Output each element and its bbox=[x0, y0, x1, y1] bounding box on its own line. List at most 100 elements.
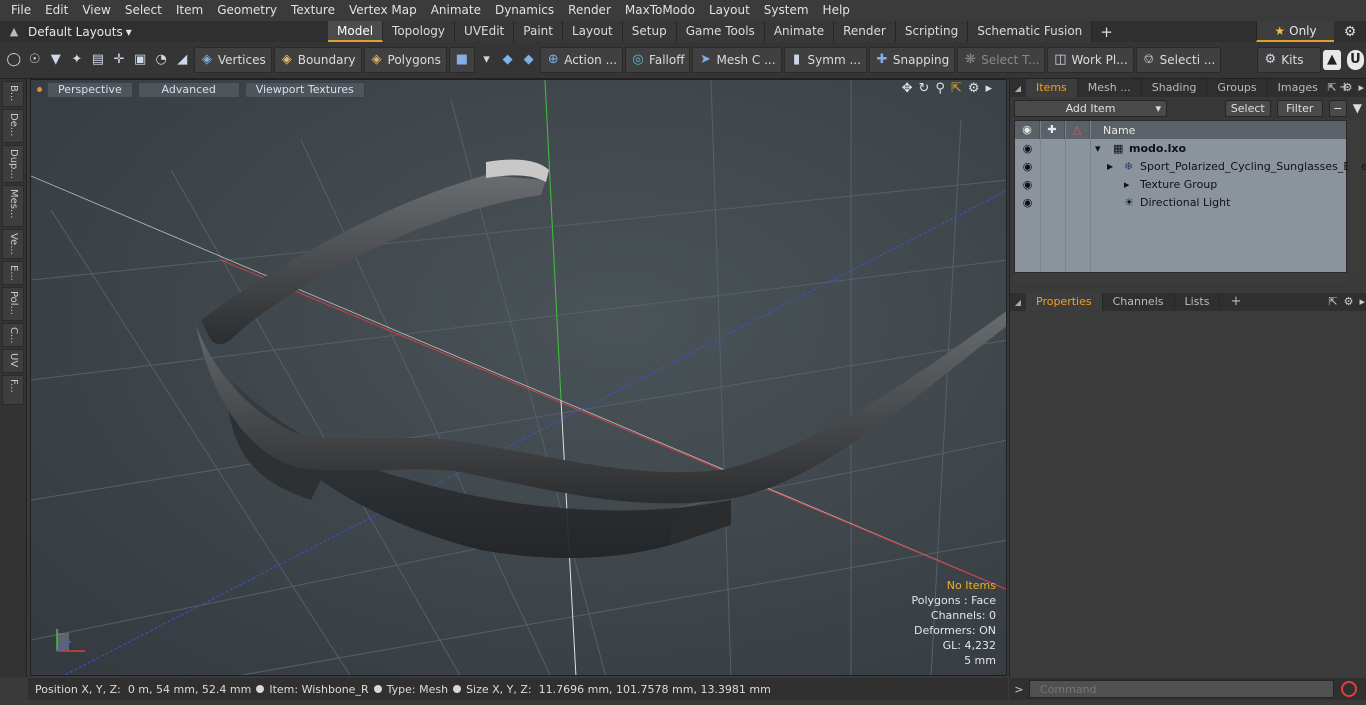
unreal-button[interactable]: U bbox=[1346, 50, 1365, 70]
viewport-menu-arrow-icon[interactable]: ▸ bbox=[985, 81, 992, 96]
tab-properties[interactable]: Properties bbox=[1026, 293, 1103, 311]
material-dropdown[interactable]: ▾ bbox=[477, 47, 496, 73]
falloff-button[interactable]: ◎ Falloff bbox=[625, 47, 691, 73]
menu-maxtomodo[interactable]: MaxToModo bbox=[618, 0, 702, 21]
default-layouts-dropdown[interactable]: Default Layouts ▾ bbox=[28, 25, 328, 39]
brush-button[interactable]: ✦ bbox=[67, 47, 86, 73]
left-tab-deform[interactable]: De... bbox=[2, 109, 24, 143]
pan-icon[interactable]: ✥ bbox=[902, 81, 913, 96]
visibility-column-icon[interactable]: ◉ bbox=[1015, 121, 1040, 139]
add-tab-icon[interactable]: + bbox=[1092, 23, 1121, 41]
symmetry-y-button[interactable]: ◆ bbox=[519, 47, 538, 73]
add-panel-tab-icon[interactable]: + bbox=[1220, 293, 1251, 311]
filter-funnel-icon[interactable]: ▼ bbox=[1353, 101, 1362, 115]
menu-edit[interactable]: Edit bbox=[38, 0, 75, 21]
selection-sets-button[interactable]: ⎊ Selecti ... bbox=[1135, 47, 1222, 73]
menu-item[interactable]: Item bbox=[169, 0, 210, 21]
tab-animate[interactable]: Animate bbox=[764, 21, 835, 42]
tab-channels[interactable]: Channels bbox=[1103, 293, 1175, 311]
lock-column-icon[interactable]: ✚ bbox=[1040, 121, 1065, 139]
tab-topology[interactable]: Topology bbox=[383, 21, 456, 42]
expand-triangle-icon[interactable]: ▶ bbox=[1107, 162, 1113, 171]
list-item-scene[interactable]: ◉ ▾ ▦ modo.lxo bbox=[1015, 139, 1346, 157]
tab-game-tools[interactable]: Game Tools bbox=[676, 21, 765, 42]
tab-model[interactable]: Model bbox=[328, 21, 384, 42]
menu-texture[interactable]: Texture bbox=[284, 0, 342, 21]
render-column-icon[interactable]: △ bbox=[1065, 121, 1090, 139]
record-macro-icon[interactable] bbox=[1341, 681, 1357, 697]
tab-shading[interactable]: Shading bbox=[1142, 79, 1208, 97]
eye-icon[interactable]: ◉ bbox=[1015, 178, 1040, 191]
tab-uvedit[interactable]: UVEdit bbox=[455, 21, 515, 42]
tab-layout[interactable]: Layout bbox=[562, 21, 623, 42]
layout-home-icon[interactable]: ▲ bbox=[0, 25, 28, 38]
menu-system[interactable]: System bbox=[757, 0, 816, 21]
list-item-texture-group[interactable]: ◉ ▸ Texture Group bbox=[1015, 175, 1346, 193]
globe-button[interactable]: ☉ bbox=[25, 47, 44, 73]
left-tab-duplicate[interactable]: Dup... bbox=[2, 145, 24, 183]
maximize-icon[interactable]: ⇱ bbox=[951, 81, 962, 96]
tab-images[interactable]: Images bbox=[1268, 79, 1329, 97]
action-center-button[interactable]: ⊕ Action ... bbox=[540, 47, 624, 73]
tab-lists[interactable]: Lists bbox=[1175, 293, 1221, 311]
tab-schematic-fusion[interactable]: Schematic Fusion bbox=[968, 21, 1093, 42]
frame-button[interactable]: ▣ bbox=[131, 47, 150, 73]
polygons-button[interactable]: ◈ Polygons bbox=[363, 47, 447, 73]
left-tab-curve[interactable]: C... bbox=[2, 323, 24, 347]
left-tab-basic[interactable]: B... bbox=[2, 81, 24, 107]
items-vertical-scrollbar[interactable] bbox=[1348, 120, 1360, 273]
panel-gear-icon[interactable]: ⚙ bbox=[1343, 81, 1353, 94]
viewport-gear-icon[interactable]: ⚙ bbox=[968, 81, 980, 96]
expand-icon[interactable]: ⇱ bbox=[1328, 295, 1337, 308]
panel-arrow-icon[interactable]: ▸ bbox=[1358, 81, 1364, 94]
list-item-mesh[interactable]: ◉ ▶ ❄ Sport_Polarized_Cycling_Sunglasses… bbox=[1015, 157, 1366, 175]
menu-animate[interactable]: Animate bbox=[424, 0, 488, 21]
perspective-button[interactable]: Perspective bbox=[47, 81, 133, 98]
left-tab-vertex[interactable]: Ve... bbox=[2, 229, 24, 259]
center-button[interactable]: ✛ bbox=[109, 47, 128, 73]
work-plane-button[interactable]: ◫ Work Pl... bbox=[1047, 47, 1134, 73]
tab-items[interactable]: Items bbox=[1026, 79, 1078, 97]
menu-geometry[interactable]: Geometry bbox=[210, 0, 284, 21]
unity-button[interactable]: ▲ bbox=[1323, 50, 1341, 70]
select-button[interactable]: Select bbox=[1224, 99, 1271, 117]
snapping-button[interactable]: ✚ Snapping bbox=[868, 47, 956, 73]
gear-icon[interactable]: ⚙ bbox=[1334, 24, 1366, 40]
viewport-textures-button[interactable]: Viewport Textures bbox=[244, 81, 365, 98]
left-tab-edge[interactable]: E... bbox=[2, 261, 24, 285]
tab-groups[interactable]: Groups bbox=[1207, 79, 1268, 97]
menu-file[interactable]: File bbox=[4, 0, 38, 21]
command-input[interactable] bbox=[1029, 680, 1334, 698]
only-toggle[interactable]: ★ Only bbox=[1256, 21, 1334, 42]
tab-scripting[interactable]: Scripting bbox=[895, 21, 969, 42]
mesh-constraints-button[interactable]: ➤ Mesh C ... bbox=[692, 47, 782, 73]
menu-help[interactable]: Help bbox=[816, 0, 857, 21]
name-column-header[interactable]: Name bbox=[1090, 124, 1135, 137]
align-button[interactable]: ▤ bbox=[88, 47, 107, 73]
menu-vertex-map[interactable]: Vertex Map bbox=[342, 0, 424, 21]
advanced-button[interactable]: Advanced bbox=[137, 81, 240, 98]
vertices-button[interactable]: ◈ Vertices bbox=[193, 47, 272, 73]
select-through-button[interactable]: ❋ Select T... bbox=[957, 47, 1046, 73]
tab-setup[interactable]: Setup bbox=[622, 21, 677, 42]
collapse-list-icon[interactable]: − bbox=[1328, 99, 1347, 117]
menu-select[interactable]: Select bbox=[118, 0, 169, 21]
tab-mesh[interactable]: Mesh ... bbox=[1078, 79, 1142, 97]
left-tab-polygon[interactable]: Pol... bbox=[2, 287, 24, 321]
material-button[interactable]: ■ bbox=[448, 47, 475, 73]
kits-button[interactable]: ⚙ Kits bbox=[1257, 47, 1322, 73]
left-tab-mesh-edit[interactable]: Mes... bbox=[2, 185, 24, 227]
symmetry-button[interactable]: ▮ Symm ... bbox=[783, 47, 867, 73]
item-mode-button[interactable]: ◢ bbox=[173, 47, 192, 73]
clock-button[interactable]: ◔ bbox=[152, 47, 171, 73]
pen-button[interactable]: ▼ bbox=[46, 47, 65, 73]
panel-gear-icon[interactable]: ⚙ bbox=[1344, 295, 1354, 308]
eye-icon[interactable]: ◉ bbox=[1015, 160, 1040, 173]
items-horizontal-scrollbar[interactable] bbox=[1014, 273, 1347, 283]
filter-button[interactable]: Filter bbox=[1276, 99, 1323, 117]
rotate-icon[interactable]: ↻ bbox=[918, 81, 929, 96]
panel-arrow-icon[interactable]: ▸ bbox=[1359, 295, 1365, 308]
tab-render[interactable]: Render bbox=[834, 21, 896, 42]
zoom-icon[interactable]: ⚲ bbox=[935, 81, 945, 96]
add-item-button[interactable]: Add Item ▾ bbox=[1014, 99, 1167, 117]
